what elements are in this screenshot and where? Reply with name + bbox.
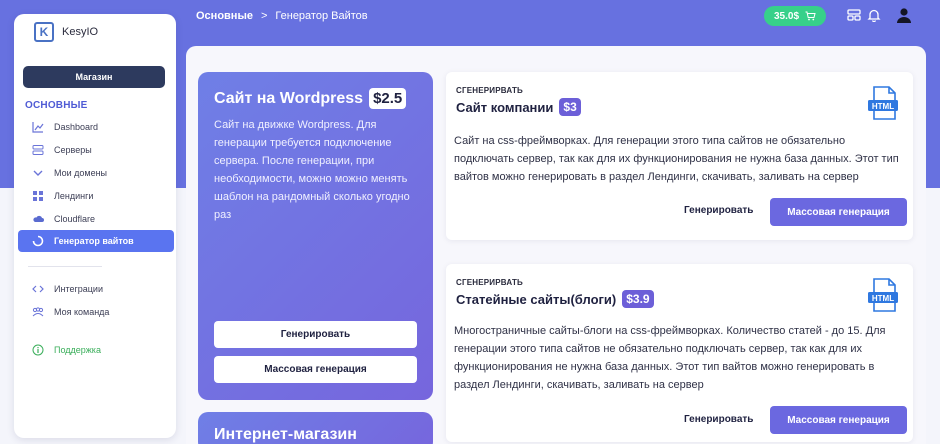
cloud-icon bbox=[33, 215, 44, 222]
logo[interactable]: K KesyIO bbox=[34, 22, 98, 42]
card-title-row: Сайт компании $3 bbox=[456, 98, 581, 116]
card-title: Сайт компании bbox=[456, 99, 554, 115]
sidebar-item-white-generator[interactable]: Генератор вайтов bbox=[18, 230, 174, 253]
card-description: Сайт на css-фреймворках. Для генерации э… bbox=[454, 135, 899, 183]
svg-text:HTML: HTML bbox=[872, 294, 894, 303]
info-icon bbox=[32, 344, 44, 356]
sidebar-item-label: Мои домены bbox=[54, 167, 108, 178]
sidebar-item-label: Серверы bbox=[54, 144, 92, 155]
layout-icon[interactable] bbox=[847, 8, 861, 22]
code-icon bbox=[32, 285, 44, 293]
sidebar-item-integrations[interactable]: Интеграции bbox=[18, 278, 174, 300]
bell-icon[interactable] bbox=[867, 8, 881, 22]
card-mass-generate-button[interactable]: Массовая генерация bbox=[770, 406, 907, 434]
spinner-icon bbox=[32, 236, 44, 247]
featured-card-title: Сайт на Wordpress $2.5 bbox=[214, 88, 407, 109]
user-icon[interactable] bbox=[896, 7, 912, 23]
card-label: СГЕНЕРИРВАТЬ bbox=[456, 86, 523, 95]
server-icon bbox=[32, 144, 44, 155]
svg-text:HTML: HTML bbox=[872, 102, 894, 111]
sidebar-item-label: Интеграции bbox=[54, 284, 103, 294]
featured-description: Сайт на движке Wordpress. Для генерации … bbox=[214, 119, 410, 221]
sidebar-item-label: Лендинги bbox=[54, 190, 94, 201]
sidebar-item-label: Генератор вайтов bbox=[54, 236, 134, 247]
featured-price-badge: $2.5 bbox=[369, 88, 407, 109]
support-link[interactable]: Поддержка bbox=[32, 344, 101, 356]
balance-value: 35.0$ bbox=[773, 10, 800, 22]
team-icon bbox=[32, 307, 44, 317]
sidebar-divider bbox=[28, 266, 102, 267]
card-mass-generate-button[interactable]: Массовая генерация bbox=[770, 198, 907, 226]
html-file-icon: HTML bbox=[868, 86, 898, 120]
html-file-icon: HTML bbox=[868, 278, 898, 312]
breadcrumb-current: Генератор Вайтов bbox=[275, 10, 368, 22]
featured-card-wordpress: Сайт на Wordpress $2.5 Сайт на движке Wo… bbox=[198, 72, 433, 400]
card-title-row: Статейные сайты(блоги) $3.9 bbox=[456, 290, 654, 308]
breadcrumb: Основные > Генератор Вайтов bbox=[196, 10, 368, 22]
logo-icon: K bbox=[34, 22, 54, 42]
card-price-badge: $3 bbox=[559, 98, 581, 116]
featured2-title: Интернет-магазин bbox=[214, 426, 357, 443]
card-description: Многостраничные сайты-блоги на css-фрейм… bbox=[454, 325, 886, 391]
breadcrumb-separator: > bbox=[260, 10, 268, 22]
featured-card-shop: Интернет-магазин bbox=[198, 412, 433, 444]
card-blog-sites: СГЕНЕРИРВАТЬ Статейные сайты(блоги) $3.9… bbox=[446, 264, 913, 442]
card-company-site: СГЕНЕРИРВАТЬ Сайт компании $3 HTML Сайт … bbox=[446, 72, 913, 240]
cart-icon bbox=[805, 11, 816, 21]
breadcrumb-root[interactable]: Основные bbox=[196, 10, 253, 22]
card-label: СГЕНЕРИРВАТЬ bbox=[456, 278, 523, 287]
sidebar: K KesyIO Магазин ОСНОВНЫЕ Dashboard Серв… bbox=[14, 14, 176, 438]
sidebar-item-label: Cloudflare bbox=[54, 213, 96, 224]
card-title: Статейные сайты(блоги) bbox=[456, 291, 617, 307]
sidebar-item-label: Моя команда bbox=[54, 306, 110, 317]
grid-icon bbox=[33, 190, 43, 201]
sidebar-item-cloudflare[interactable]: Cloudflare bbox=[18, 208, 174, 230]
balance-button[interactable]: 35.0$ bbox=[764, 6, 826, 26]
featured-generate-button[interactable]: Генерировать bbox=[214, 321, 417, 348]
sidebar-item-landings[interactable]: Лендинги bbox=[18, 185, 174, 207]
sidebar-item-dashboard[interactable]: Dashboard bbox=[18, 116, 174, 138]
logo-text: KesyIO bbox=[62, 26, 99, 38]
sidebar-item-domains[interactable]: Мои домены bbox=[18, 162, 174, 184]
sidebar-item-servers[interactable]: Серверы bbox=[18, 139, 174, 161]
card-generate-button[interactable]: Генерировать bbox=[684, 414, 753, 425]
sidebar-item-label: Dashboard bbox=[54, 122, 99, 132]
support-label: Поддержка bbox=[54, 345, 101, 355]
card-generate-button[interactable]: Генерировать bbox=[684, 205, 753, 216]
sidebar-item-team[interactable]: Моя команда bbox=[18, 301, 174, 323]
shop-button[interactable]: Магазин bbox=[23, 66, 165, 88]
featured-title-text: Сайт на Wordpress bbox=[214, 89, 364, 107]
sidebar-nav: Dashboard Серверы Мои домены Лендинги Cl… bbox=[18, 116, 174, 253]
featured-mass-generate-button[interactable]: Массовая генерация bbox=[214, 356, 417, 383]
chart-icon bbox=[32, 122, 44, 133]
section-title: ОСНОВНЫЕ bbox=[25, 100, 88, 111]
sidebar-nav-secondary: Интеграции Моя команда bbox=[18, 278, 174, 324]
chevron-down-icon bbox=[33, 170, 43, 176]
card-price-badge: $3.9 bbox=[622, 290, 654, 308]
